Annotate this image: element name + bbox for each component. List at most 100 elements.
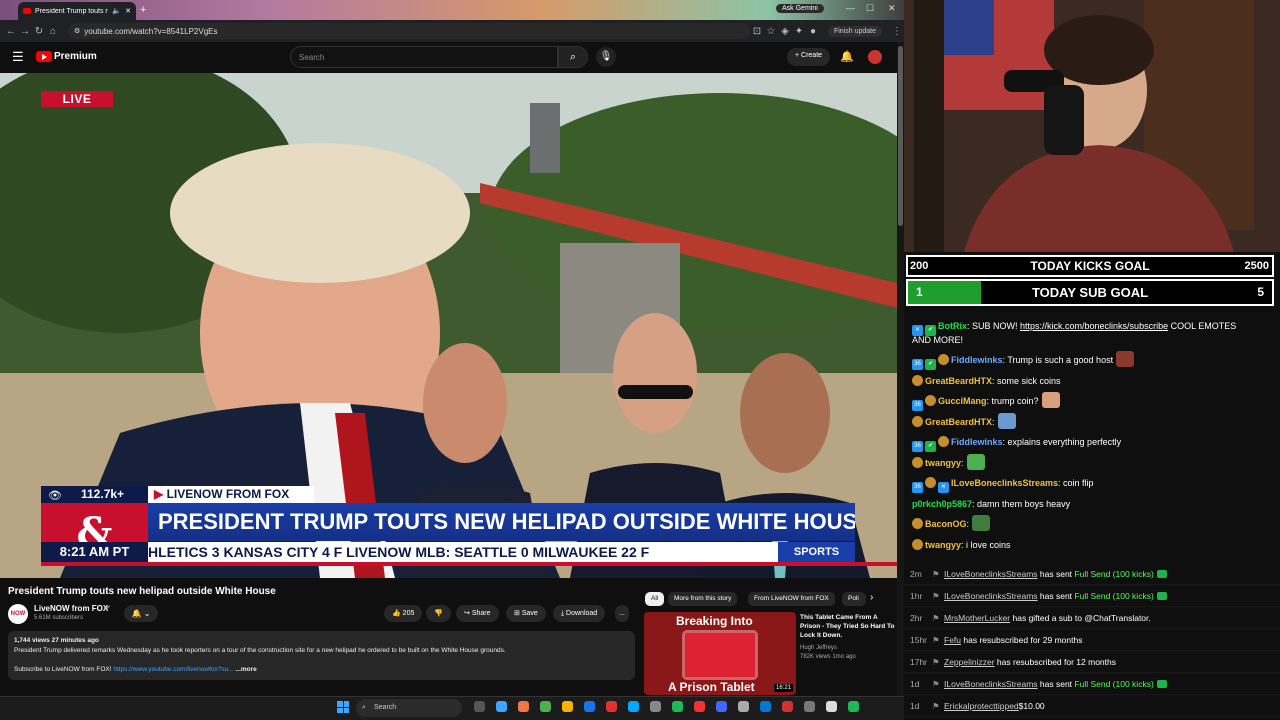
hamburger-menu-icon[interactable]: ☰	[12, 49, 24, 65]
channel-name[interactable]: LiveNOW from FOX	[34, 604, 108, 613]
youtube-logo-icon[interactable]	[36, 51, 52, 62]
url-field[interactable]: ⚙ youtube.com/watch?v=8541LP2VgEs	[68, 23, 750, 39]
related-video-title[interactable]: This Tablet Came From A Prison - They Tr…	[800, 613, 895, 640]
event-username[interactable]: ILoveBoneclinksStreams	[944, 591, 1038, 601]
chat-username[interactable]: BaconOG	[925, 519, 967, 529]
back-icon[interactable]: ←	[4, 26, 18, 37]
scrollbar-thumb[interactable]	[898, 46, 903, 226]
browser-menu-icon[interactable]: ⋮	[890, 26, 904, 37]
related-video-thumbnail[interactable]: Breaking Into A Prison Tablet 16:21	[644, 612, 796, 695]
event-username[interactable]: ILoveBoneclinksStreams	[944, 679, 1038, 689]
maximize-icon[interactable]: ☐	[866, 3, 874, 14]
chip-politics[interactable]: Poli	[842, 592, 866, 606]
forward-icon[interactable]: →	[18, 26, 32, 37]
chat-username[interactable]: Fiddlewinks	[951, 355, 1003, 365]
notifications-bell-icon[interactable]: 🔔	[840, 50, 854, 63]
like-button[interactable]: 👍 205	[384, 605, 423, 622]
dislike-button[interactable]: 👎	[426, 605, 451, 622]
search-input[interactable]: Search	[290, 46, 558, 68]
event-username[interactable]: ILoveBoneclinksStreams	[944, 569, 1038, 579]
chat-username[interactable]: ILoveBoneclinksStreams	[951, 478, 1058, 488]
chat-message: ✕ ✔ BotRix: SUB NOW! https://kick.com/bone…	[912, 316, 1277, 337]
close-window-icon[interactable]: ✕	[888, 3, 896, 14]
event-username[interactable]: MrsMotherLucker	[944, 613, 1010, 623]
avatar[interactable]	[868, 50, 882, 64]
reload-icon[interactable]: ↻	[32, 26, 46, 37]
new-tab-button[interactable]: +	[140, 4, 146, 16]
create-button[interactable]: + Create	[787, 48, 831, 66]
store-icon[interactable]	[848, 701, 859, 712]
related-video-channel[interactable]: Hugh Jeffreys	[800, 645, 837, 651]
thumbs-up-icon: 👍	[392, 610, 403, 617]
chat-link[interactable]: https://kick.com/boneclinks/subscribe	[1020, 321, 1168, 331]
telegram-icon[interactable]	[650, 701, 661, 712]
task-view-icon[interactable]	[474, 701, 485, 712]
chat-username[interactable]: p0rkch0p5867	[912, 499, 972, 509]
mute-tab-icon[interactable]: 🔈	[112, 7, 121, 15]
outlook-icon[interactable]	[804, 701, 815, 712]
chat-username[interactable]: twangyy	[925, 540, 961, 550]
extensions-puzzle-icon[interactable]: ✦	[792, 26, 806, 37]
site-info-icon[interactable]: ⚙	[74, 27, 80, 35]
download-label: Download	[566, 610, 598, 617]
chat-message: BaconOG:	[912, 514, 1277, 535]
chip-more-from-story[interactable]: More from this story	[668, 592, 738, 606]
event-row: 1d ⚑ ILoveBoneclinksStreams has sent Full …	[904, 673, 1280, 695]
spotify-icon[interactable]	[738, 701, 749, 712]
subscribe-line: Subscribe to LiveNOW from FOX! https://w…	[14, 665, 629, 675]
install-icon[interactable]: ⊡	[750, 26, 764, 37]
subscribe-link[interactable]: https://www.youtube.com/livenowfox?su...	[113, 666, 233, 673]
download-button[interactable]: ⤓ Download	[553, 605, 606, 622]
share-button[interactable]: ↪ Share	[456, 605, 499, 622]
chrome-icon[interactable]	[518, 701, 529, 712]
subscription-bell-button[interactable]: 🔔 ⌄	[124, 605, 158, 622]
bookmark-star-icon[interactable]: ☆	[764, 26, 778, 37]
chat-text: : i love coins	[961, 539, 1011, 550]
save-icon: ⊞	[514, 610, 522, 617]
finish-update-button[interactable]: Finish update	[827, 25, 882, 37]
chat-username[interactable]: GreatBeardHTX	[925, 376, 992, 386]
chip-all[interactable]: All	[645, 592, 665, 606]
emote-icon	[1041, 392, 1060, 408]
related-video-meta: 782K views 1mo ago	[800, 654, 856, 660]
chrome-beta-icon[interactable]	[562, 701, 573, 712]
youtube-premium-label[interactable]: Premium	[54, 51, 97, 62]
app-icon[interactable]	[584, 701, 595, 712]
browser-tab[interactable]: President Trump touts new 🔈 ✕	[18, 2, 136, 20]
chat-username[interactable]: GreatBeardHTX	[925, 417, 992, 427]
search-icon[interactable]: ⌕	[558, 46, 588, 68]
chrome-dev-icon[interactable]	[540, 701, 551, 712]
taskbar-search-icon: ⌕	[362, 704, 366, 711]
microphone-icon[interactable]: 🎙	[596, 47, 616, 67]
vs-icon[interactable]	[760, 701, 771, 712]
chip-from-channel[interactable]: From LiveNOW from FOX	[748, 592, 835, 606]
ask-gemini-button[interactable]: Ask Gemini	[776, 4, 824, 13]
home-icon[interactable]: ⌂	[46, 26, 60, 37]
chevron-right-icon[interactable]: ›	[870, 592, 873, 603]
event-username[interactable]: Fefu	[944, 635, 961, 645]
event-username[interactable]: Erickalprotecttipped	[944, 701, 1019, 711]
more-actions-button[interactable]: ...	[615, 605, 629, 622]
windows-start-icon[interactable]	[337, 701, 349, 713]
edge-icon[interactable]	[672, 701, 683, 712]
profile-icon[interactable]: ●	[806, 26, 820, 37]
minimize-icon[interactable]: —	[846, 3, 855, 13]
close-tab-icon[interactable]: ✕	[125, 7, 131, 15]
event-username[interactable]: Zeppelinizzer	[944, 657, 995, 667]
chat-username[interactable]: Fiddlewinks	[951, 437, 1003, 447]
browser-icon[interactable]	[826, 701, 837, 712]
save-button[interactable]: ⊞ Save	[506, 605, 546, 622]
notes-icon[interactable]	[716, 701, 727, 712]
chrome-canary-icon[interactable]	[782, 701, 793, 712]
chat-username[interactable]: twangyy	[925, 458, 961, 468]
extension-icon[interactable]: ◈	[778, 26, 792, 37]
more-link[interactable]: ...more	[235, 666, 256, 673]
file-explorer-icon[interactable]	[496, 701, 507, 712]
obs-icon[interactable]	[606, 701, 617, 712]
description-box[interactable]: 1,744 views 27 minutes ago President Tru…	[8, 631, 635, 680]
twitch-icon[interactable]	[694, 701, 705, 712]
channel-avatar[interactable]: NOW	[8, 604, 28, 624]
taskbar-search[interactable]: ⌕ Search	[356, 699, 462, 717]
chat-username[interactable]: GucciMang	[938, 396, 987, 406]
terminal-icon[interactable]	[628, 701, 639, 712]
